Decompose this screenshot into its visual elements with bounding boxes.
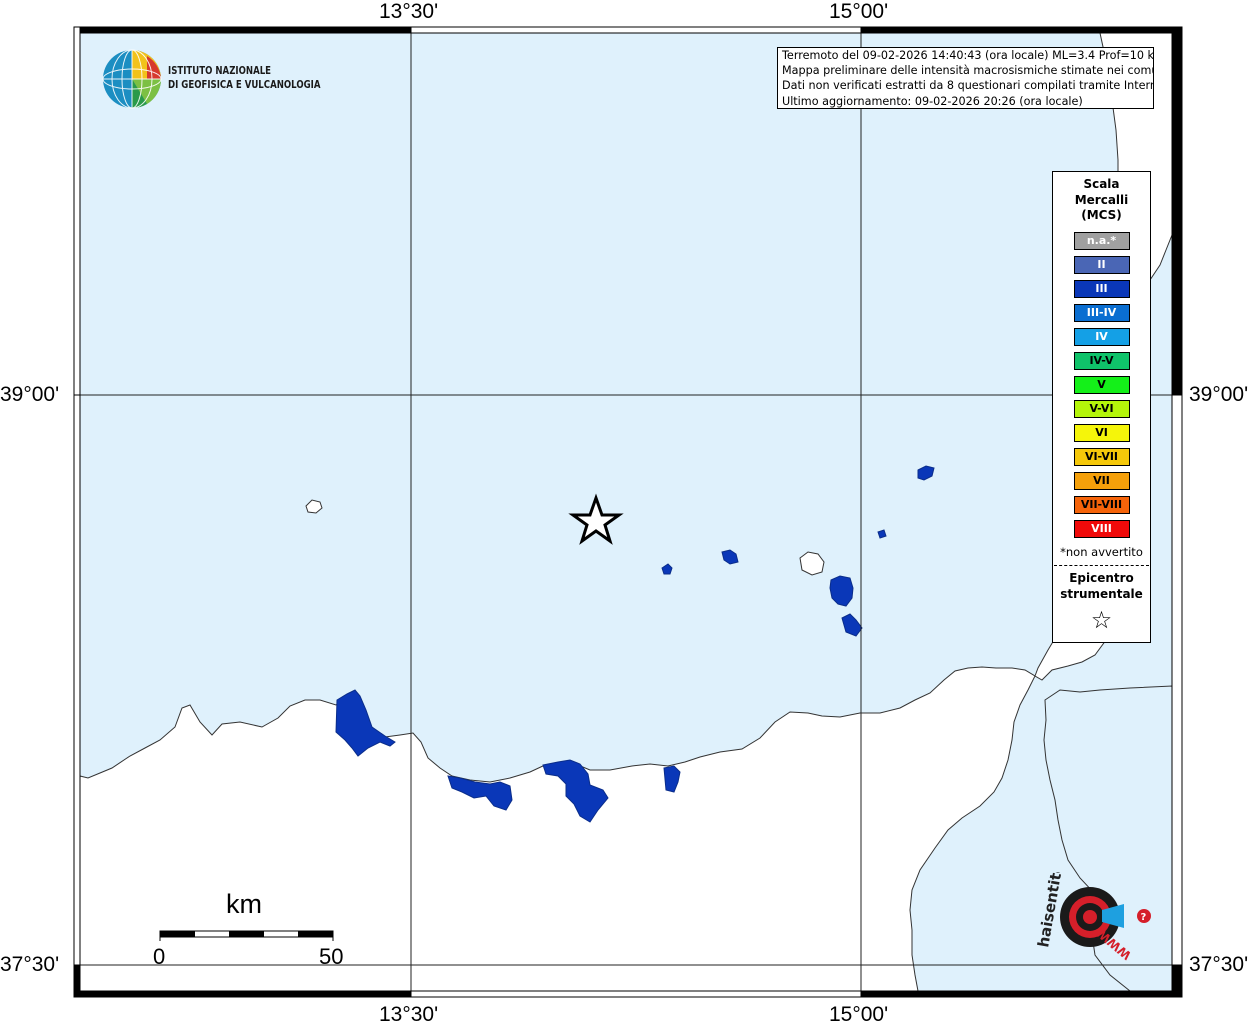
legend-item: VII-VIII <box>1073 495 1130 514</box>
event-info-box: Terremoto del 09-02-2026 14:40:43 (ora l… <box>777 47 1154 109</box>
legend-item: VI <box>1073 423 1130 442</box>
legend-item: VII <box>1073 471 1130 490</box>
right-axis-label: 37°30' <box>1189 953 1249 976</box>
mcs-legend: Scala Mercalli (MCS) n.a.* II III III-IV IV I… <box>1052 171 1151 643</box>
legend-title-line: (MCS) <box>1081 208 1122 222</box>
legend-title-line: Mercalli <box>1074 192 1129 207</box>
legend-epicenter-line: strumentale <box>1060 586 1143 601</box>
scale-title: km <box>226 889 262 919</box>
legend-item: n.a.* <box>1073 231 1130 250</box>
top-axis-label: 13°30' <box>379 0 439 23</box>
bottom-axis-label: 15°00' <box>829 1003 889 1026</box>
svg-text:?: ? <box>1141 912 1147 923</box>
logo-line1: ISTITUTO NAZIONALE <box>168 64 272 77</box>
haisentito-logo: ? haisentitoilterremoto.it WWW. <box>1034 872 1151 962</box>
legend-item: VIII <box>1073 519 1130 538</box>
legend-item: V-VI <box>1073 399 1130 418</box>
legend-epicenter-line: Epicentro <box>1069 570 1134 585</box>
right-axis-label: 39°00' <box>1189 383 1249 406</box>
scale-min-label: 0 <box>153 944 166 969</box>
legend-title-line: Scala <box>1083 177 1120 191</box>
legend-item: III-IV <box>1073 303 1130 322</box>
legend-note: *non avvertito <box>1060 544 1143 559</box>
legend-title: Scala Mercalli (MCS) <box>1053 177 1150 224</box>
bottom-axis-label: 13°30' <box>379 1003 439 1026</box>
info-line-map: Mappa preliminare delle intensità macros… <box>782 64 1154 78</box>
intensity-area <box>877 529 887 539</box>
info-line-event: Terremoto del 09-02-2026 14:40:43 (ora l… <box>782 49 1154 62</box>
legend-item: V <box>1073 375 1130 394</box>
legend-item: IV-V <box>1073 351 1130 370</box>
left-axis-label: 37°30' <box>0 953 60 976</box>
legend-star-icon: ☆ <box>1090 605 1113 634</box>
logo-text: ISTITUTO NAZIONALE DI GEOFISICA E VULCAN… <box>168 64 321 92</box>
legend-items: n.a.* II III III-IV IV IV-V V V-VI VI VI-VII VII VI… <box>1053 231 1150 538</box>
legend-item: IV <box>1073 327 1130 346</box>
ingv-globe-logo <box>102 49 162 109</box>
info-line-data: Dati non verificati estratti da 8 questi… <box>782 79 1154 93</box>
legend-item: II <box>1073 255 1130 274</box>
legend-item: III <box>1073 279 1130 298</box>
left-axis-label: 39°00' <box>0 383 60 406</box>
legend-separator <box>1054 564 1149 566</box>
top-axis-label: 15°00' <box>829 0 889 23</box>
legend-epicenter-label: Epicentro strumentale <box>1053 570 1150 602</box>
info-line-update: Ultimo aggiornamento: 09-02-2026 20:26 (… <box>782 94 1083 108</box>
scale-max-label: 50 <box>319 944 344 969</box>
legend-item: VI-VII <box>1073 447 1130 466</box>
logo-line2: DI GEOFISICA E VULCANOLOGIA <box>168 78 321 91</box>
